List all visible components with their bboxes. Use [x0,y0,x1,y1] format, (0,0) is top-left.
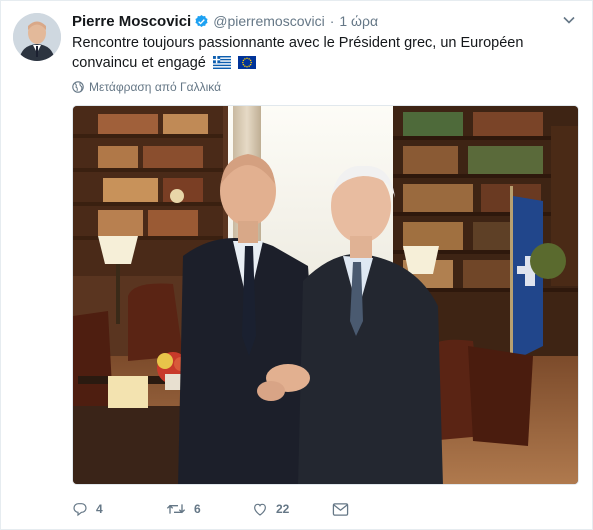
avatar-photo [13,13,61,61]
translate-label[interactable]: Μετάφραση από Γαλλικά [89,80,221,94]
tweet-card[interactable]: Pierre Moscovici @pierremoscovici · 1 ώρ… [0,0,593,530]
chevron-down-icon[interactable] [562,13,576,27]
retweet-icon [166,504,186,514]
envelope-icon [332,502,349,516]
like-button[interactable]: 22 [252,501,332,517]
dot-separator: · [329,13,335,29]
eu-flag-icon [237,56,256,69]
timestamp[interactable]: 1 ώρα [339,13,378,29]
tweet-text: Rencontre toujours passionnante avec le … [72,33,572,73]
author-handle[interactable]: @pierremoscovici [213,13,324,29]
avatar[interactable] [13,13,61,61]
verified-badge-icon [195,14,208,27]
translate-link[interactable]: Μετάφραση από Γαλλικά [72,79,221,95]
heart-icon [254,503,266,516]
photo-image [73,106,578,484]
like-count: 22 [276,502,290,516]
reply-button[interactable]: 4 [72,501,166,517]
globe-icon [72,81,84,93]
reply-icon [73,503,87,517]
greece-flag-icon [212,56,231,69]
tweet-text-body: Rencontre toujours passionnante avec le … [72,35,524,71]
direct-message-button[interactable] [332,502,349,517]
tweet-actions: 4 6 22 [72,499,349,519]
retweet-button[interactable]: 6 [166,501,252,517]
tweet-header: Pierre Moscovici @pierremoscovici · 1 ώρ… [72,11,378,31]
tweet-photo[interactable] [72,105,579,485]
reply-count: 4 [96,502,103,516]
retweet-count: 6 [194,502,201,516]
author-name[interactable]: Pierre Moscovici [72,13,191,30]
